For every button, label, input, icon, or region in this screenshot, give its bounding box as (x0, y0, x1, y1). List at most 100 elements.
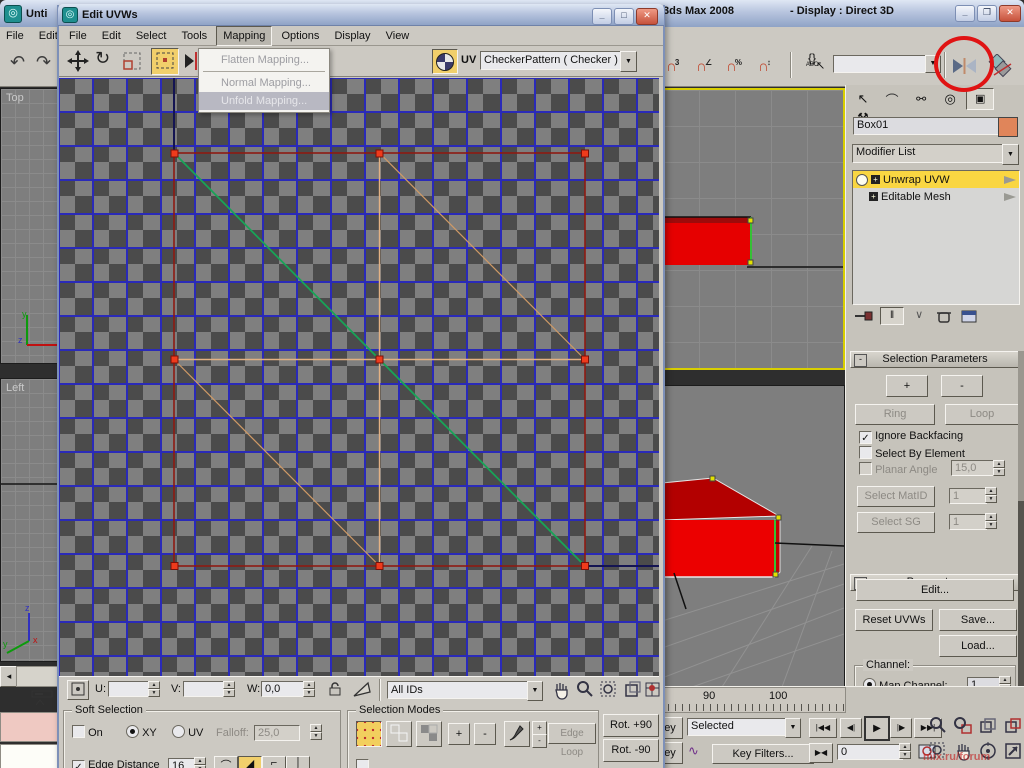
selection-set-dropdown-arrow[interactable]: ▼ (785, 718, 801, 738)
modifier-list-dropdown[interactable]: Modifier List (852, 144, 1010, 163)
uv-diagonal-edge-top-right[interactable] (380, 153, 586, 360)
loop-button[interactable]: Loop (945, 404, 1019, 425)
falloff-curve-2-icon[interactable]: ◢ (238, 756, 262, 768)
absolute-mode-icon[interactable] (67, 680, 89, 700)
uv-diagonal-edge-bottom-left[interactable] (174, 360, 380, 567)
select-sg-button[interactable]: Select SG (857, 512, 935, 533)
uvw-menu-view[interactable]: View (380, 27, 416, 45)
edge-distance-spinner[interactable] (194, 757, 206, 768)
viewport-left[interactable]: Left z x y (0, 378, 59, 662)
stack-row-editable-mesh[interactable]: + Editable Mesh (853, 188, 1019, 205)
viewport-top[interactable]: Top y z (0, 88, 59, 364)
lightbulb-icon[interactable] (856, 174, 868, 186)
planar-angle-spinner[interactable] (993, 460, 1005, 476)
object-color-swatch[interactable] (998, 117, 1018, 137)
uvw-menu-tools[interactable]: Tools (175, 27, 213, 45)
falloff-curve-3-icon[interactable]: ⌐ (262, 756, 286, 768)
planar-angle-checkbox[interactable] (859, 462, 872, 475)
prev-frame-button[interactable]: ◀| (840, 718, 862, 738)
tab-hierarchy-icon[interactable]: ⚯ (908, 92, 934, 106)
configure-modifier-sets-icon[interactable] (959, 307, 983, 325)
uvw-close-button[interactable]: ✕ (636, 8, 658, 25)
main-restore-button[interactable]: ❐ (977, 5, 997, 22)
all-ids-dropdown[interactable]: All IDs (387, 681, 535, 699)
face-mode-icon[interactable] (416, 721, 442, 747)
current-frame-field[interactable]: 0 (837, 744, 903, 760)
show-map-toggle-icon[interactable] (432, 49, 458, 74)
falloff-curve-4-icon[interactable]: ⌡ (286, 756, 310, 768)
remove-modifier-icon[interactable] (934, 307, 956, 325)
xy-radio[interactable] (126, 725, 139, 738)
falloff-curve-1-icon[interactable]: ⌒ (214, 756, 238, 768)
paint-shrink-button[interactable]: - (532, 734, 547, 748)
main-minimize-button[interactable]: _ (955, 5, 975, 22)
menu-item-flatten-mapping[interactable]: Flatten Mapping... (199, 51, 329, 69)
menu-item-normal-mapping[interactable]: Normal Mapping... (199, 74, 329, 92)
named-selection-sets-icon[interactable]: {}ABC ↖ (798, 51, 826, 68)
grow-mode-button[interactable]: + (448, 723, 470, 745)
selection-set-dropdown[interactable]: Selected (687, 718, 793, 736)
key-filters-button[interactable]: Key Filters... (712, 744, 814, 764)
uv-zoom-extents-icon[interactable] (623, 680, 643, 703)
expand-box-icon[interactable]: + (871, 175, 880, 184)
u-field[interactable] (108, 681, 152, 697)
play-button[interactable]: ▶ (864, 716, 890, 741)
tab-motion-icon[interactable]: ◎ (937, 91, 963, 107)
uvw-menu-options[interactable]: Options (275, 27, 325, 45)
percent-snap-icon[interactable]: ∩% (726, 54, 742, 76)
timeline-scroll-track[interactable] (16, 666, 59, 687)
u-spinner[interactable] (148, 681, 160, 697)
modifier-list-dropdown-arrow[interactable]: ▼ (1002, 144, 1019, 165)
object-name-field[interactable]: Box01 (853, 117, 999, 135)
stack-item-label[interactable]: Unwrap UVW (883, 174, 1001, 186)
zoom-extents-icon[interactable] (978, 716, 998, 739)
sg-field[interactable]: 1 (949, 514, 987, 530)
falloff-field[interactable]: 25,0 (254, 725, 300, 741)
freeform-mode-icon[interactable] (151, 48, 179, 75)
uv-zoom-icon[interactable] (575, 680, 595, 703)
uv-coords-button[interactable]: UV (461, 54, 476, 66)
uvw-menu-display[interactable]: Display (328, 27, 376, 45)
ring-button[interactable]: Ring (855, 404, 935, 425)
v-spinner[interactable] (223, 681, 235, 697)
uvw-maximize-button[interactable]: □ (614, 8, 634, 25)
command-panel-scrollbar[interactable] (1018, 351, 1024, 711)
shrink-selection-button[interactable]: - (941, 375, 983, 397)
stack-row-unwrap-uvw[interactable]: + Unwrap UVW (853, 171, 1019, 188)
rotate-plus-90-button[interactable]: Rot. +90 (603, 714, 659, 737)
select-matid-button[interactable]: Select MatID (857, 486, 935, 507)
w-field[interactable]: 0,0 (261, 681, 307, 697)
uvw-menu-mapping[interactable]: Mapping (216, 26, 272, 46)
sg-spinner[interactable] (985, 513, 997, 529)
maxscript-macro-field[interactable] (0, 712, 58, 742)
scale-tool-icon[interactable] (121, 50, 145, 75)
pattern-dropdown[interactable]: CheckerPattern ( Checker ) (480, 51, 628, 70)
planar-angle-field[interactable]: 15,0 (951, 460, 995, 476)
current-frame-spinner[interactable] (899, 743, 911, 759)
rollout-selection-parameters[interactable]: - Selection Parameters (850, 351, 1020, 368)
soft-selection-on-checkbox[interactable] (72, 725, 85, 738)
snap-toggle-icon[interactable]: ∩3 (666, 54, 679, 76)
matid-spinner[interactable] (985, 487, 997, 503)
timeline-ruler[interactable]: 90 100 (661, 687, 846, 713)
viewport-top-label[interactable]: Top (6, 92, 24, 104)
rotate-minus-90-button[interactable]: Rot. -90 (603, 739, 659, 762)
viewport-perspective[interactable] (661, 385, 845, 688)
rotate-tool-icon[interactable]: ↻ (95, 48, 110, 69)
ignore-backfacing-checkbox[interactable] (859, 431, 872, 444)
uv-radio[interactable] (172, 725, 185, 738)
falloff-spinner[interactable] (310, 724, 322, 740)
select-element-checkbox[interactable] (356, 759, 369, 768)
reset-uvws-button[interactable]: Reset UVWs (855, 609, 933, 631)
uv-zoom-to-gizmo-icon[interactable] (645, 680, 661, 703)
uvw-menu-file[interactable]: File (63, 27, 93, 45)
edge-loop-button[interactable]: Edge Loop (548, 723, 596, 744)
zoom-icon[interactable] (928, 716, 948, 739)
zoom-all-icon[interactable] (953, 716, 973, 739)
edge-mode-icon[interactable] (386, 721, 412, 747)
shrink-mode-button[interactable]: - (474, 723, 496, 745)
uv-canvas[interactable] (59, 78, 659, 676)
paint-select-icon[interactable] (504, 721, 530, 747)
load-uvws-button[interactable]: Load... (939, 635, 1017, 657)
vertex-mode-icon[interactable] (356, 721, 382, 747)
